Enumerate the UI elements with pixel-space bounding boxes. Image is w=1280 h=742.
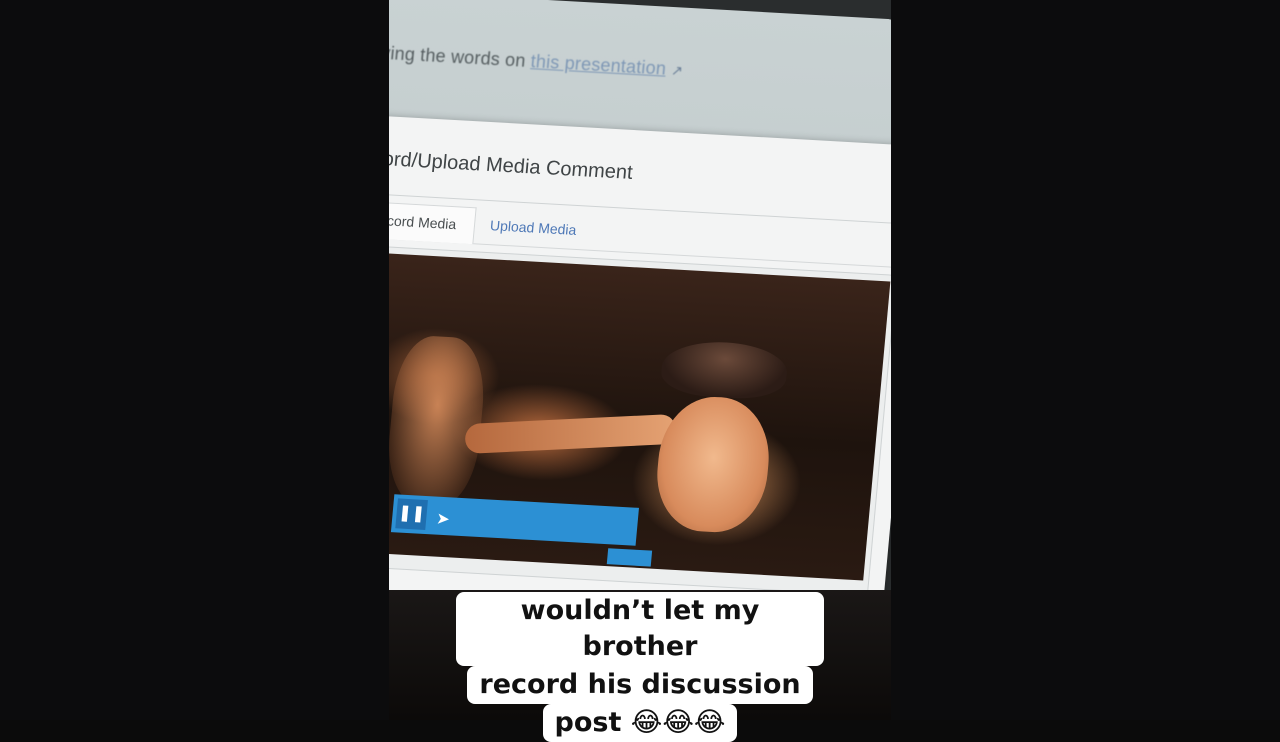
instruction-prefix: ying the words on: [389, 42, 527, 71]
caption-line-2: record his discussion: [467, 666, 813, 704]
recording-control-bar: ❚❚ ➤: [390, 494, 639, 546]
instruction-text: ying the words on this presentation ↗: [389, 43, 684, 81]
dialog-title: ecord/Upload Media Comment: [389, 146, 634, 184]
left-black-bar: [0, 0, 389, 720]
right-black-bar: [891, 0, 1280, 720]
cursor-icon: ➤: [435, 510, 451, 529]
webcam-preview: ❚❚ ➤: [389, 253, 891, 581]
tab-record-media[interactable]: Record Media: [389, 200, 477, 245]
record-action-button[interactable]: [606, 548, 653, 567]
pause-button[interactable]: ❚❚: [395, 498, 428, 530]
caption-line-1: wouldn’t let my brother: [456, 592, 824, 666]
caption-line-3: post 😂😂😂: [542, 704, 738, 742]
boy-face: [652, 394, 775, 535]
tab-upload-media[interactable]: Upload Media: [478, 208, 587, 250]
background-person: [389, 334, 489, 509]
presentation-link[interactable]: this presentation: [530, 51, 667, 78]
external-link-icon: ↗: [670, 62, 684, 79]
pause-icon: ❚❚: [397, 504, 426, 523]
hat: [659, 339, 790, 401]
reaching-arm: [464, 413, 676, 454]
record-media-pane: ❚❚ ➤: [389, 245, 891, 596]
